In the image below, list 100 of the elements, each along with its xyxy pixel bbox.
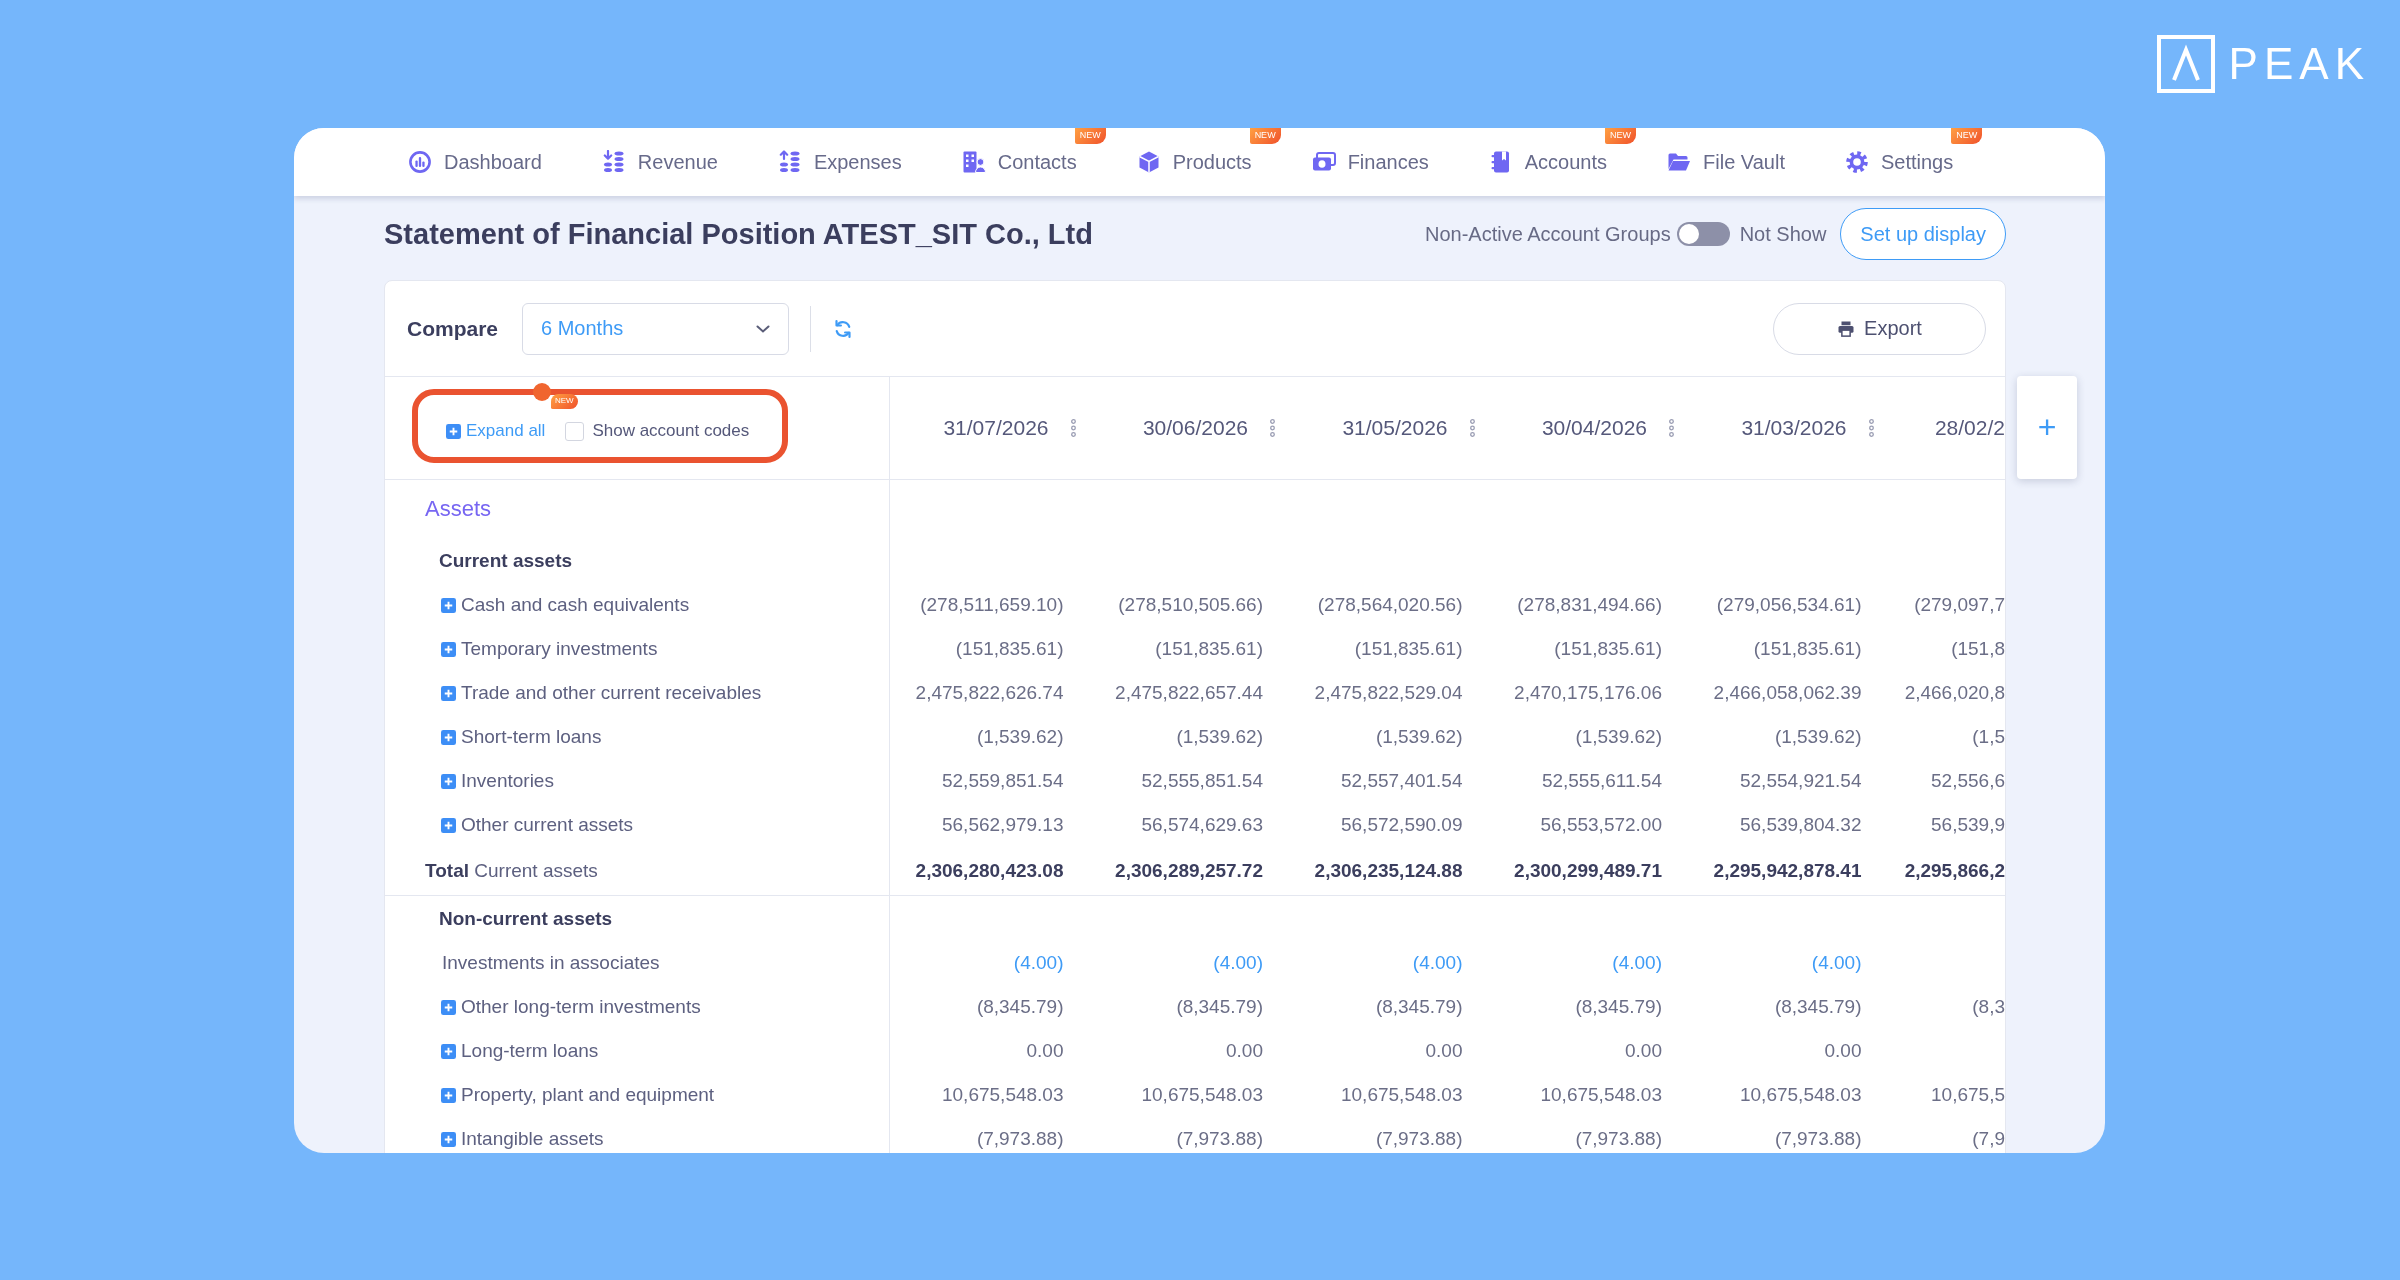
kebab-menu-icon[interactable] xyxy=(1868,419,1874,437)
logo-icon xyxy=(2156,35,2215,93)
account-name: Property, plant and equipment xyxy=(461,1084,715,1106)
logo-text: PEAK xyxy=(2228,42,2370,86)
amount: (278,564,020.56) xyxy=(1317,594,1463,616)
add-column-button[interactable]: + xyxy=(2017,376,2077,479)
nav-item[interactable]: Settings xyxy=(1844,130,1954,194)
group-heading: Non-current assets xyxy=(439,907,613,930)
amount: (151,835.61) xyxy=(1155,638,1263,660)
total-amount: 2,306,280,423.08 xyxy=(915,860,1064,882)
amount: 10,675,548.03 xyxy=(1141,1084,1263,1106)
kebab-menu-icon[interactable] xyxy=(1469,419,1475,437)
export-button[interactable]: Export xyxy=(1773,302,1986,355)
amount-link[interactable]: (4.00) xyxy=(1013,952,1064,974)
plus-square-icon[interactable] xyxy=(441,685,456,701)
banknote-icon xyxy=(1311,150,1336,174)
toggle-state-text: Not Show xyxy=(1739,222,1827,246)
amount: 52,557,401.54 xyxy=(1341,770,1463,792)
setup-display-button[interactable]: Set up display xyxy=(1840,208,2006,260)
amount-link[interactable]: (4.00) xyxy=(1412,952,1463,974)
amount: 0.00 xyxy=(1824,1040,1862,1062)
account-name: Cash and cash equivalents xyxy=(461,594,690,616)
date-heading: 31/05/2026 xyxy=(1342,416,1448,440)
nav-item[interactable]: Finances xyxy=(1311,130,1429,194)
page-title: Statement of Financial Position ATEST_SIT Co., Ltd xyxy=(384,217,1093,251)
refresh-icon[interactable] xyxy=(833,318,854,339)
total-amount: 2,306,235,124.88 xyxy=(1314,860,1463,882)
plus-square-icon[interactable] xyxy=(441,729,456,745)
account-name: Temporary investments xyxy=(461,638,658,660)
checkbox[interactable] xyxy=(565,421,585,441)
account-name: Long-term loans xyxy=(461,1040,599,1062)
plus-square-icon[interactable] xyxy=(441,999,456,1015)
kebab-menu-icon[interactable] xyxy=(1070,419,1076,437)
nav-item[interactable]: Products xyxy=(1136,130,1252,194)
total-amount: 2,295,866,2 xyxy=(1904,860,2005,882)
amount: 2,466,020,8 xyxy=(1904,682,2005,704)
account-name: Other current assets xyxy=(461,814,634,836)
new-badge: NEW xyxy=(551,394,578,409)
new-badge: NEW xyxy=(1951,128,1983,144)
plus-square-icon[interactable] xyxy=(441,817,456,833)
plus-square-icon[interactable] xyxy=(441,773,456,789)
amount-link[interactable]: (4.00) xyxy=(1811,952,1862,974)
nav-item[interactable]: Accounts xyxy=(1488,130,1608,194)
amount: 2,470,175,176.06 xyxy=(1514,682,1662,704)
plus-square-icon[interactable] xyxy=(441,1043,456,1059)
plus-square-icon[interactable] xyxy=(441,641,456,657)
amount: 0.00 xyxy=(1026,1040,1064,1062)
period-dropdown[interactable]: 6 Months xyxy=(522,302,790,355)
plus-square-icon[interactable] xyxy=(441,1131,456,1147)
date-heading: 31/07/2026 xyxy=(943,416,1049,440)
nav-item[interactable]: Expenses xyxy=(777,130,902,194)
total-label: Total Current assets xyxy=(425,860,598,882)
cube-icon xyxy=(1136,150,1161,174)
nav-item[interactable]: Contacts xyxy=(961,130,1077,194)
nav-item[interactable]: Revenue xyxy=(601,130,718,194)
coins-arrow-down-icon xyxy=(601,150,626,174)
amount: (151,835.61) xyxy=(1753,638,1862,660)
total-amount: 2,300,299,489.71 xyxy=(1514,860,1662,882)
amount: (279,056,534.61) xyxy=(1716,594,1862,616)
amount: (1,539.62) xyxy=(1575,726,1662,748)
amount: 56,572,590.09 xyxy=(1341,814,1463,836)
amount: (278,831,494.66) xyxy=(1517,594,1662,616)
date-heading: 30/04/2026 xyxy=(1541,416,1647,440)
amount: (1,539.62) xyxy=(1774,726,1862,748)
amount: 10,675,548.03 xyxy=(942,1084,1064,1106)
amount: (1,539.62) xyxy=(1176,726,1263,748)
kebab-menu-icon[interactable] xyxy=(1669,419,1674,437)
gauge-icon xyxy=(408,150,432,174)
amount-link[interactable]: (4.00) xyxy=(1213,952,1263,974)
amount: (279,097,7 xyxy=(1914,594,2005,616)
nav-item[interactable]: File Vault xyxy=(1667,130,1785,194)
kebab-menu-icon[interactable] xyxy=(1270,419,1275,437)
amount: 10,675,548.03 xyxy=(1540,1084,1662,1106)
toggle-switch[interactable] xyxy=(1676,222,1730,246)
nav-item[interactable]: Dashboard xyxy=(408,130,542,194)
amount: 2,475,822,626.74 xyxy=(915,682,1064,704)
new-badge: NEW xyxy=(1605,128,1637,144)
building-person-icon xyxy=(961,150,986,174)
plus-square-icon[interactable] xyxy=(441,597,456,613)
amount-link[interactable]: (4.00) xyxy=(1612,952,1662,974)
amount: 10,675,548.03 xyxy=(1341,1084,1463,1106)
amount: 52,555,611.54 xyxy=(1541,770,1662,792)
plus-square-icon[interactable] xyxy=(441,1087,456,1103)
expand-all-button[interactable]: Expand all xyxy=(446,421,546,441)
amount: (151,835.61) xyxy=(1554,638,1662,660)
amount: (8,345.79) xyxy=(976,996,1064,1018)
plus-square-icon xyxy=(446,423,461,439)
amount: 2,475,822,657.44 xyxy=(1115,682,1263,704)
amount: 2,475,822,529.04 xyxy=(1314,682,1463,704)
amount: 56,574,629.63 xyxy=(1141,814,1263,836)
group-heading: Current assets xyxy=(439,549,573,572)
amount: (8,345.79) xyxy=(1774,996,1862,1018)
amount: (8,3 xyxy=(1972,996,2005,1018)
amount: (151,835.61) xyxy=(955,638,1064,660)
amount: (1,539.62) xyxy=(1375,726,1463,748)
amount: 10,675,5 xyxy=(1931,1084,2005,1106)
date-heading: 28/02/2 xyxy=(1934,416,2005,440)
amount: (7,973.88) xyxy=(1375,1128,1463,1150)
amount: (7,973.88) xyxy=(1774,1128,1862,1150)
section-heading: Assets xyxy=(425,496,492,522)
